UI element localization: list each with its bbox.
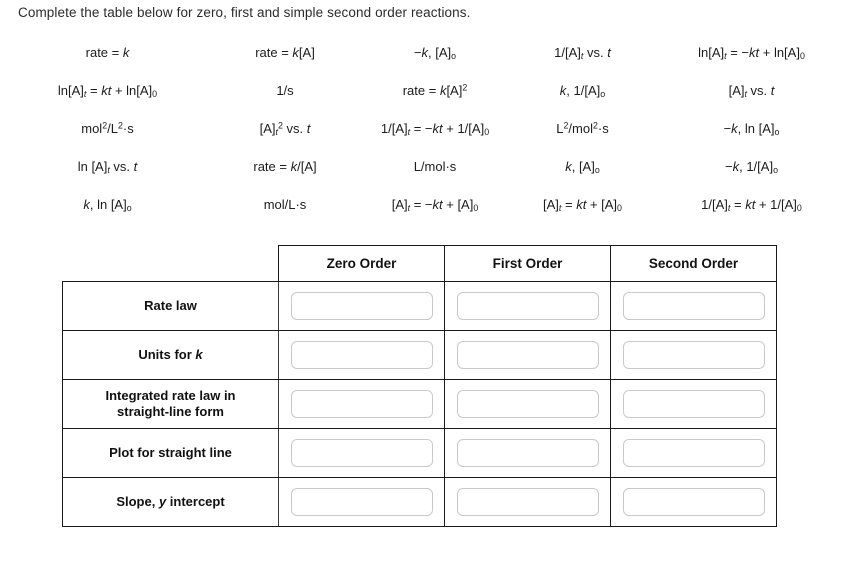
answer-bank-item-neg-k-inv-A0[interactable]: −k, 1/[A]o xyxy=(650,160,853,174)
answer-bank-item-lnA-eq-negkt-plus-lnA0[interactable]: ln[A]t = −kt + ln[A]0 xyxy=(650,46,853,60)
answer-input-plot-for-straight-line-second-order[interactable] xyxy=(622,439,765,467)
answer-input-slope-y-intercept-second-order[interactable] xyxy=(622,488,765,516)
answer-input-integrated-rate-law-second-order[interactable] xyxy=(622,390,765,418)
answer-input-units-for-k-zero-order[interactable] xyxy=(290,341,433,369)
table-row: Rate law xyxy=(62,281,777,331)
answer-input-plot-for-straight-line-zero-order[interactable] xyxy=(290,439,433,467)
answer-cell-slope-y-intercept-first-order xyxy=(444,477,611,527)
answer-bank-item-neg-k-A0[interactable]: −k, [A]o xyxy=(355,46,515,60)
answer-input-rate-law-second-order[interactable] xyxy=(622,292,765,320)
answer-input-rate-law-zero-order[interactable] xyxy=(290,292,433,320)
header-corner-blank xyxy=(62,245,279,282)
answer-bank-item-neg-k-lnA0[interactable]: −k, ln [A]o xyxy=(650,122,853,136)
answer-bank-item-invA-eq-negkt-plus-invA0[interactable]: 1/[A]t = −kt + 1/[A]0 xyxy=(355,122,515,136)
answer-bank-item-A-vs-t[interactable]: [A]t vs. t xyxy=(650,84,853,98)
column-header-second-order: Second Order xyxy=(610,245,777,282)
answer-cell-rate-law-second-order xyxy=(610,281,777,331)
answer-bank-item-rate-eq-k[interactable]: rate = k xyxy=(0,46,215,59)
table-row: Units for k xyxy=(62,330,777,380)
answer-input-units-for-k-second-order[interactable] xyxy=(622,341,765,369)
answer-bank: rate = k rate = k[A] −k, [A]o 1/[A]t vs. tl… xyxy=(0,33,853,223)
answer-cell-units-for-k-second-order xyxy=(610,330,777,380)
answer-cell-integrated-rate-law-second-order xyxy=(610,379,777,429)
answer-bank-item-A-squared-vs-t[interactable]: [A]t2 vs. t xyxy=(215,121,355,136)
answer-bank-item-lnA-vs-t[interactable]: ln [A]t vs. t xyxy=(0,160,215,174)
row-label-rate-law: Rate law xyxy=(62,281,279,331)
answer-bank-item-invA-eq-kt-plus-invA0[interactable]: 1/[A]t = kt + 1/[A]0 xyxy=(650,198,853,212)
page-title: Complete the table below for zero, first… xyxy=(18,5,471,20)
answer-cell-plot-for-straight-line-first-order xyxy=(444,428,611,478)
answer-bank-row: rate = k rate = k[A] −k, [A]o 1/[A]t vs. tl… xyxy=(0,33,853,71)
answer-cell-slope-y-intercept-second-order xyxy=(610,477,777,527)
answer-cell-plot-for-straight-line-second-order xyxy=(610,428,777,478)
answer-cell-integrated-rate-law-first-order xyxy=(444,379,611,429)
table-header-row: Zero Order First Order Second Order xyxy=(62,245,777,282)
answer-input-slope-y-intercept-first-order[interactable] xyxy=(456,488,599,516)
answer-cell-integrated-rate-law-zero-order xyxy=(278,379,445,429)
answer-bank-item-A-eq-negkt-plus-A0[interactable]: [A]t = −kt + [A]0 xyxy=(355,198,515,212)
answer-bank-item-rate-eq-kA[interactable]: rate = k[A] xyxy=(215,46,355,59)
answer-bank-item-k-A0[interactable]: k, [A]o xyxy=(515,160,650,174)
table-head: Zero Order First Order Second Order xyxy=(62,245,777,282)
row-label-integrated-rate-law: Integrated rate law in straight-line form xyxy=(62,379,279,429)
table-row: Plot for straight line xyxy=(62,428,777,478)
answer-bank-item-units-inv-s[interactable]: 1/s xyxy=(215,84,355,97)
answer-bank-item-units-mol-L-s[interactable]: mol/L·s xyxy=(215,198,355,211)
answer-bank-item-inv-A-vs-t[interactable]: 1/[A]t vs. t xyxy=(515,46,650,60)
answer-bank-item-A-eq-kt-plus-A0[interactable]: [A]t = kt + [A]0 xyxy=(515,198,650,212)
table-body: Rate law Units for k Integrated rate law i… xyxy=(62,281,777,527)
answer-bank-item-units-mol2-L2-s[interactable]: mol2/L2·s xyxy=(0,121,215,135)
answer-bank-item-lnA-eq-kt-plus-lnA0[interactable]: ln[A]t = kt + ln[A]0 xyxy=(0,84,215,98)
answer-input-slope-y-intercept-zero-order[interactable] xyxy=(290,488,433,516)
answer-cell-plot-for-straight-line-zero-order xyxy=(278,428,445,478)
answer-bank-row: ln [A]t vs. t rate = k/[A] L/mol·s k, [A]o −… xyxy=(0,147,853,185)
answer-input-rate-law-first-order[interactable] xyxy=(456,292,599,320)
answer-input-integrated-rate-law-first-order[interactable] xyxy=(456,390,599,418)
answer-cell-rate-law-first-order xyxy=(444,281,611,331)
column-header-first-order: First Order xyxy=(444,245,611,282)
answer-bank-item-k-lnA0[interactable]: k, ln [A]o xyxy=(0,198,215,212)
answer-bank-row: mol2/L2·s [A]t2 vs. t 1/[A]t = −kt + 1/[A]… xyxy=(0,109,853,147)
answer-input-units-for-k-first-order[interactable] xyxy=(456,341,599,369)
row-label-plot-for-straight-line: Plot for straight line xyxy=(62,428,279,478)
answer-table-wrapper: Zero Order First Order Second Order Rate… xyxy=(62,245,777,527)
answer-cell-slope-y-intercept-zero-order xyxy=(278,477,445,527)
answer-bank-item-rate-eq-k-over-A[interactable]: rate = k/[A] xyxy=(215,160,355,173)
column-header-zero-order: Zero Order xyxy=(278,245,445,282)
answer-bank-row: ln[A]t = kt + ln[A]0 1/s rate = k[A]2 k, 1/… xyxy=(0,71,853,109)
answer-cell-rate-law-zero-order xyxy=(278,281,445,331)
row-label-slope-y-intercept: Slope, y intercept xyxy=(62,477,279,527)
answer-bank-row: k, ln [A]o mol/L·s [A]t = −kt + [A]0 [A]t =… xyxy=(0,185,853,223)
reaction-orders-table: Zero Order First Order Second Order Rate… xyxy=(62,245,777,527)
table-row: Integrated rate law in straight-line form xyxy=(62,379,777,429)
answer-bank-item-k-inv-A0[interactable]: k, 1/[A]o xyxy=(515,84,650,98)
answer-bank-item-units-L-mol-s[interactable]: L/mol·s xyxy=(355,160,515,173)
row-label-units-for-k: Units for k xyxy=(62,330,279,380)
answer-cell-units-for-k-first-order xyxy=(444,330,611,380)
answer-bank-item-rate-eq-kA-squared[interactable]: rate = k[A]2 xyxy=(355,83,515,97)
answer-cell-units-for-k-zero-order xyxy=(278,330,445,380)
answer-input-integrated-rate-law-zero-order[interactable] xyxy=(290,390,433,418)
table-row: Slope, y intercept xyxy=(62,477,777,527)
answer-bank-item-units-L2-mol2-s[interactable]: L2/mol2·s xyxy=(515,121,650,135)
answer-input-plot-for-straight-line-first-order[interactable] xyxy=(456,439,599,467)
